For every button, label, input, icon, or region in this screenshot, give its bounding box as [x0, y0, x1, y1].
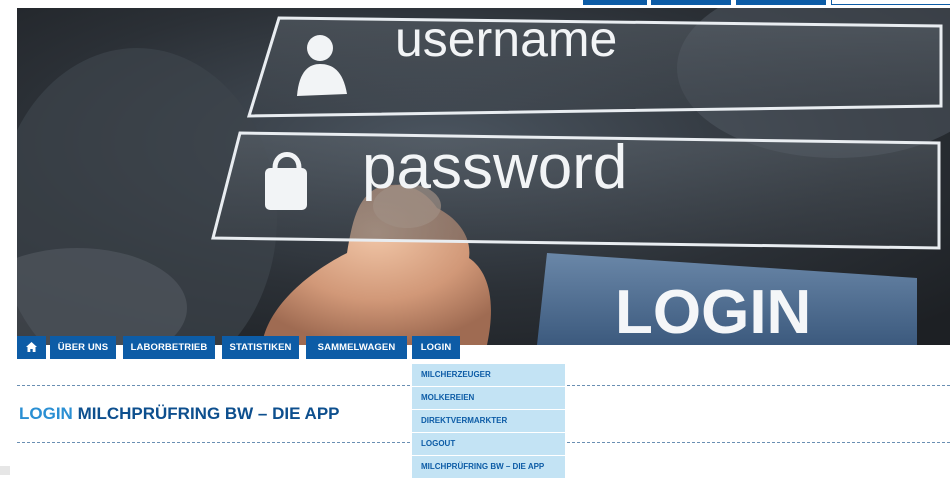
- hero-login-text: LOGIN: [615, 278, 811, 345]
- dropdown-item-direktvermarkter[interactable]: DIREKTVERMARKTER: [412, 410, 565, 433]
- corner-fragment: [0, 466, 10, 475]
- hero-banner: LOGIN username password: [17, 8, 950, 345]
- page-title: LOGIN MILCHPRÜFRING BW – DIE APP: [19, 404, 340, 424]
- login-dropdown-menu: MILCHERZEUGER MOLKEREIEN DIREKTVERMARKTE…: [412, 364, 565, 478]
- home-icon: [26, 342, 37, 352]
- hero-username-text: username: [395, 11, 617, 67]
- nav-item-login[interactable]: LOGIN: [412, 336, 460, 359]
- top-tab[interactable]: [651, 0, 731, 5]
- password-bar-graphic: password: [211, 131, 941, 250]
- hero-password-text: password: [362, 133, 627, 202]
- nav-item-statistiken[interactable]: STATISTIKEN: [222, 336, 299, 359]
- user-icon: [307, 35, 333, 61]
- nav-item-laborbetrieb[interactable]: LABORBETRIEB: [123, 336, 215, 359]
- top-tab[interactable]: [736, 0, 826, 5]
- dropdown-item-milcherzeuger[interactable]: MILCHERZEUGER: [412, 364, 565, 387]
- top-search-box[interactable]: [831, 0, 950, 5]
- page-title-rest: MILCHPRÜFRING BW – DIE APP: [72, 404, 340, 423]
- username-bar-graphic: username: [246, 11, 943, 118]
- page-title-accent: LOGIN: [19, 404, 73, 423]
- nav-item-sammelwagen[interactable]: SAMMELWAGEN: [306, 336, 407, 359]
- nav-item-ueber-uns[interactable]: ÜBER UNS: [50, 336, 116, 359]
- dropdown-item-logout[interactable]: LOGOUT: [412, 433, 565, 456]
- dropdown-item-molkereien[interactable]: MOLKEREIEN: [412, 387, 565, 410]
- top-tab[interactable]: [583, 0, 647, 5]
- top-bar-fragments: [0, 0, 950, 6]
- nav-home-button[interactable]: [17, 336, 46, 359]
